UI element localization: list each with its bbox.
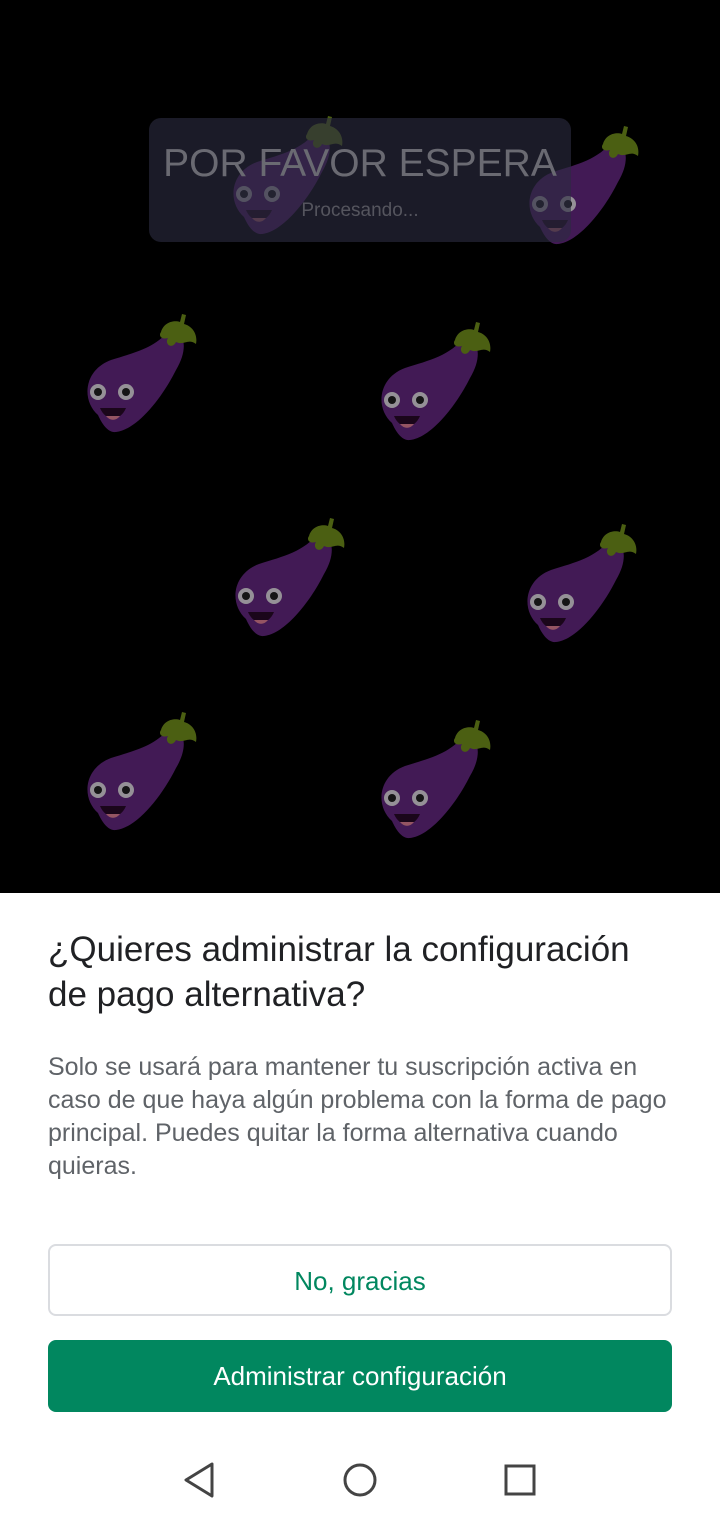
- dialog-body: Solo se usará para mantener tu suscripci…: [48, 1053, 667, 1180]
- eggplant-icon: [381, 720, 491, 839]
- recents-square-icon[interactable]: [496, 1456, 544, 1504]
- system-navigation-bar: [0, 1440, 720, 1520]
- processing-subtitle: Procesando...: [301, 200, 419, 221]
- app-background: POR FAVOR ESPERA Procesando...: [0, 0, 720, 893]
- eggplant-icon: [235, 518, 345, 637]
- eggplant-icon: [381, 322, 491, 441]
- dialog-title: ¿Quieres administrar la configuración de…: [48, 930, 630, 1014]
- eggplant-icon: [87, 314, 197, 433]
- eggplant-icon: [87, 712, 197, 831]
- payment-dialog: ¿Quieres administrar la configuración de…: [0, 893, 720, 1520]
- no-thanks-button[interactable]: No, gracias: [48, 1244, 672, 1316]
- app-screen: POR FAVOR ESPERA Procesando... ¿Quieres …: [0, 0, 720, 1520]
- processing-title: POR FAVOR ESPERA: [163, 142, 557, 185]
- eggplant-icon: [527, 524, 637, 643]
- back-triangle-icon[interactable]: [176, 1456, 224, 1504]
- manage-settings-button[interactable]: Administrar configuración: [48, 1340, 672, 1412]
- home-circle-icon[interactable]: [336, 1456, 384, 1504]
